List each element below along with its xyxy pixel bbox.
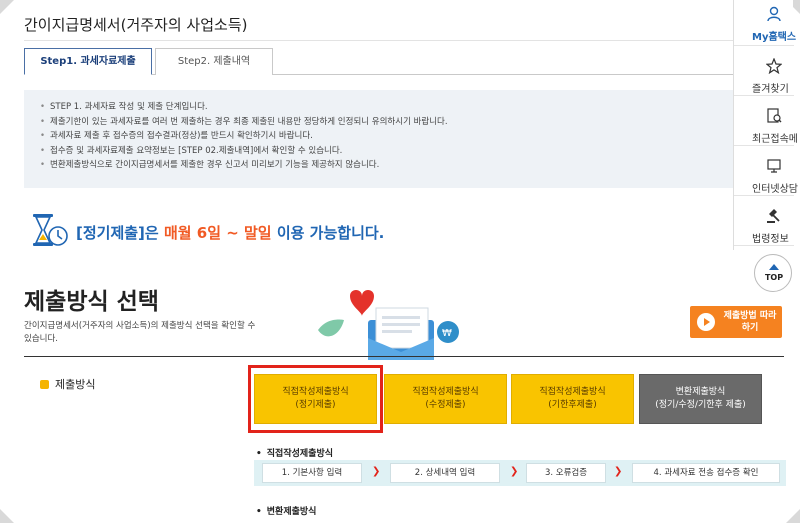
notice-item: 변환제출방식으로 간이지급명세서를 제출한 경우 신고서 미리보기 기능을 제공… bbox=[40, 158, 768, 173]
notice-box: STEP 1. 과세자료 작성 및 제출 단계입니다. 제출기한이 있는 과세자… bbox=[24, 90, 784, 188]
step-tabs: Step1. 과세자료제출 Step2. 제출내역 bbox=[24, 48, 784, 75]
gavel-icon bbox=[767, 209, 780, 223]
flow-title-convert: 변환제출방식 bbox=[256, 504, 317, 517]
hourglass-icon bbox=[33, 214, 68, 246]
quick-menu-label: My홈택스 bbox=[752, 32, 797, 43]
quick-menu-my-hometax[interactable]: My홈택스 bbox=[734, 0, 797, 46]
period-prefix: [정기제출]은 bbox=[76, 224, 164, 242]
quick-menu-label: 최근접속메 bbox=[752, 134, 798, 145]
process-flow: 1. 기본사항 입력 ❯ 2. 상세내역 입력 ❯ 3. 오류검증 ❯ 4. 과… bbox=[254, 460, 786, 486]
flow-step: 2. 상세내역 입력 bbox=[390, 463, 500, 483]
option-direct-late-button[interactable]: 직접작성제출방식 (기한후제출) bbox=[511, 374, 634, 424]
recent-icon bbox=[767, 108, 782, 123]
option-line1: 직접작성제출방식 bbox=[539, 387, 606, 397]
selection-highlight bbox=[248, 365, 383, 433]
arrow-right-icon: ❯ bbox=[614, 466, 623, 477]
title-divider bbox=[24, 40, 784, 41]
option-line1: 변환제출방식 bbox=[675, 387, 726, 397]
quick-menu-counsel[interactable]: 인터넷상담 bbox=[734, 150, 798, 196]
arrow-up-icon bbox=[769, 264, 779, 270]
flow-step: 3. 오류검증 bbox=[526, 463, 606, 483]
quick-menu: My홈택스 즐겨찾기 최근접속메 인터넷상담 법령정보 bbox=[733, 0, 798, 250]
user-icon bbox=[767, 6, 781, 22]
flow-title: 직접작성제출방식 bbox=[256, 446, 333, 459]
notice-item: STEP 1. 과세자료 작성 및 제출 단계입니다. bbox=[40, 100, 768, 115]
quick-menu-label: 인터넷상담 bbox=[752, 184, 798, 195]
option-convert-button[interactable]: 변환제출방식 (정기/수정/기한후 제출) bbox=[639, 374, 762, 424]
quick-menu-recent[interactable]: 최근접속메 bbox=[734, 100, 798, 146]
document-illustration: ₩ bbox=[318, 290, 459, 360]
period-highlight: 매월 6일 ~ 말일 bbox=[163, 224, 272, 242]
option-line1: 직접작성제출방식 bbox=[412, 387, 479, 397]
quick-menu-favorites[interactable]: 즐겨찾기 bbox=[734, 50, 794, 96]
arrow-right-icon: ❯ bbox=[510, 466, 519, 477]
section-divider bbox=[24, 356, 784, 357]
page-title: 간이지급명세서(거주자의 사업소득) bbox=[24, 16, 248, 34]
notice-item: 과세자료 제출 후 접수증의 접수결과(정상)를 반드시 확인하기시 바랍니다. bbox=[40, 129, 768, 144]
follow-guide-label: 제출방법 따라하기 bbox=[723, 311, 777, 333]
flow-step: 4. 과세자료 전송 접수증 확인 bbox=[632, 463, 780, 483]
main-content: 간이지급명세서(거주자의 사업소득) Step1. 과세자료제출 Step2. … bbox=[10, 0, 786, 523]
notice-item: 접수증 및 과세자료제출 요약정보는 [STEP 02.제출내역]에서 확인할 … bbox=[40, 144, 768, 159]
frame-corner bbox=[786, 509, 800, 523]
quick-menu-label: 즐겨찾기 bbox=[752, 84, 789, 95]
quick-menu-law[interactable]: 법령정보 bbox=[734, 200, 794, 246]
option-line2: (정기/수정/기한후 제출) bbox=[655, 400, 746, 410]
tab-step1[interactable]: Step1. 과세자료제출 bbox=[24, 48, 152, 75]
quick-menu-label: 법령정보 bbox=[752, 234, 789, 245]
scroll-top-button[interactable]: TOP bbox=[754, 254, 792, 292]
submission-period-notice: [정기제출]은 매월 6일 ~ 말일 이용 가능합니다. bbox=[76, 222, 384, 243]
scroll-top-label: TOP bbox=[764, 273, 784, 282]
method-description: 간이지급명세서(거주자의 사업소득)의 제출방식 선택을 확인할 수 있습니다. bbox=[24, 321, 256, 344]
svg-text:₩: ₩ bbox=[442, 328, 452, 339]
follow-guide-button[interactable]: 제출방법 따라하기 bbox=[690, 306, 782, 338]
period-suffix: 이용 가능합니다. bbox=[271, 224, 385, 242]
tab-step2[interactable]: Step2. 제출내역 bbox=[155, 48, 273, 75]
notice-item: 제출기한이 있는 과세자료를 여러 번 제출하는 경우 최종 제출된 내용만 정… bbox=[40, 115, 768, 130]
monitor-icon bbox=[767, 159, 781, 173]
flow-step: 1. 기본사항 입력 bbox=[262, 463, 362, 483]
play-icon bbox=[697, 313, 715, 331]
arrow-right-icon: ❯ bbox=[372, 466, 381, 477]
star-icon bbox=[766, 58, 782, 74]
method-section-title: 제출방식 선택 bbox=[24, 289, 159, 315]
option-direct-amend-button[interactable]: 직접작성제출방식 (수정제출) bbox=[384, 374, 507, 424]
option-line2: (수정제출) bbox=[425, 400, 466, 410]
method-sub-label: 제출방식 bbox=[40, 376, 95, 392]
option-line2: (기한후제출) bbox=[548, 400, 597, 410]
